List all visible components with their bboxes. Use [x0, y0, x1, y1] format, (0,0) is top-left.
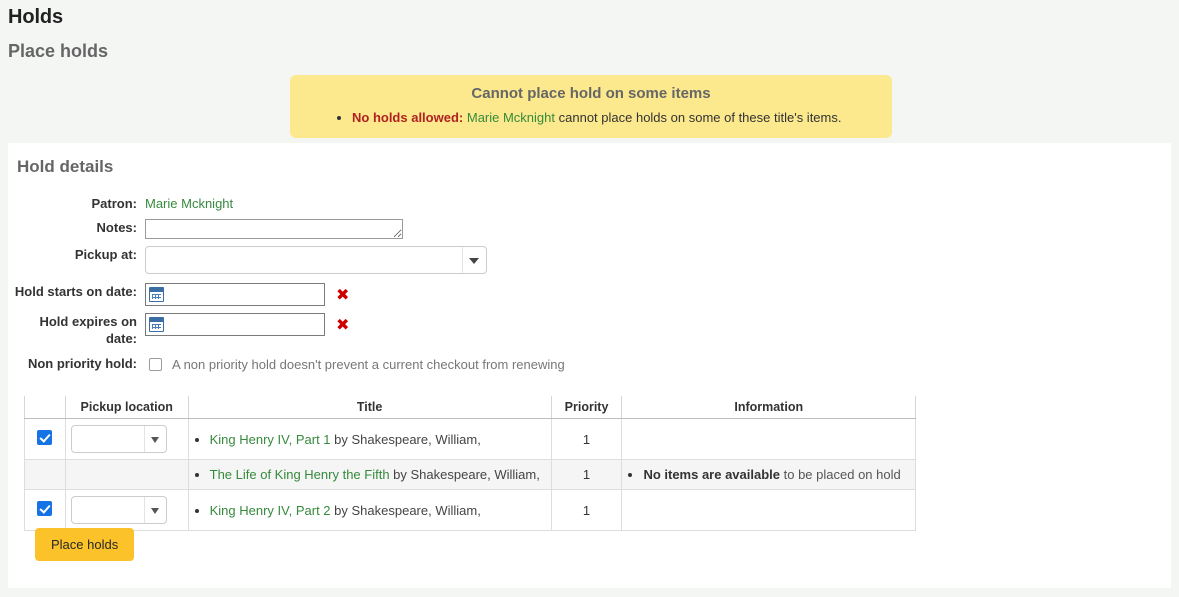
non-priority-hold-label: Non priority hold:: [27, 356, 137, 371]
alert-patron-name: Marie Mcknight: [466, 110, 555, 125]
chevron-down-icon[interactable]: [462, 247, 486, 273]
row-information-list: No items are available to be placed on h…: [627, 466, 910, 483]
row-priority: 1: [551, 459, 623, 490]
patron-row: Patron: Marie Mcknight: [8, 195, 1171, 212]
row-priority: 1: [551, 489, 623, 531]
row-priority: 1: [551, 418, 623, 460]
row-information-rest: to be placed on hold: [780, 467, 901, 482]
row-pickup-location-cell: [65, 489, 189, 531]
row-select-checkbox[interactable]: [37, 501, 53, 516]
pickup-at-row: Pickup at:: [8, 246, 1171, 274]
th-title: Title: [188, 396, 552, 419]
hold-starts-row: Hold starts on date: ✖: [8, 283, 1171, 306]
row-pickup-location-value: [72, 428, 82, 438]
row-author: by Shakespeare, William,: [389, 467, 540, 482]
alert-title: Cannot place hold on some items: [471, 85, 711, 102]
alert-message-list: No holds allowed: Marie Mcknight cannot …: [304, 109, 878, 126]
hold-expires-label: Hold expires on date:: [39, 314, 137, 346]
chevron-down-icon[interactable]: [143, 497, 166, 523]
patron-label: Patron:: [91, 196, 138, 211]
row-author: by Shakespeare, William,: [330, 431, 481, 447]
alert-region: Cannot place hold on some items No holds…: [290, 75, 892, 138]
th-select: [24, 396, 66, 419]
clear-hold-starts-date-icon[interactable]: ✖: [336, 286, 349, 303]
row-pickup-location-cell: [65, 459, 189, 490]
row-title-link[interactable]: King Henry IV, Part 1: [210, 432, 331, 447]
clear-hold-expires-date-icon[interactable]: ✖: [336, 316, 349, 333]
row-information-strong: No items are available: [643, 467, 781, 482]
row-information-cell: [621, 418, 916, 460]
holds-table-body: King Henry IV, Part 1 by Shakespeare, Wi…: [24, 418, 916, 531]
table-header-row: Pickup location Title Priority Informati…: [24, 396, 916, 419]
row-title-cell: King Henry IV, Part 2 by Shakespeare, Wi…: [188, 489, 552, 531]
th-information: Information: [621, 396, 916, 419]
row-pickup-location-select[interactable]: [70, 496, 167, 524]
table-row: The Life of King Henry the Fifth by Shak…: [24, 459, 916, 490]
row-title-link[interactable]: The Life of King Henry the Fifth: [210, 467, 390, 482]
patron-name-link[interactable]: Marie Mcknight: [145, 196, 233, 211]
row-title-list: The Life of King Henry the Fifth by Shak…: [194, 466, 546, 483]
pickup-at-label: Pickup at:: [74, 247, 137, 262]
list-item: King Henry IV, Part 1 by Shakespeare, Wi…: [210, 431, 546, 448]
holds-table: Pickup location Title Priority Informati…: [24, 396, 916, 531]
list-item: King Henry IV, Part 2 by Shakespeare, Wi…: [210, 502, 546, 519]
notes-row: Notes:: [8, 219, 1171, 239]
calendar-icon[interactable]: [149, 287, 164, 302]
row-author: by Shakespeare, William,: [330, 502, 481, 518]
page-title: Holds: [8, 6, 64, 28]
row-select-cell: [24, 459, 66, 490]
th-pickup-location: Pickup location: [65, 396, 189, 419]
pickup-at-select[interactable]: [145, 246, 487, 274]
place-holds-button[interactable]: Place holds: [35, 528, 135, 561]
cannot-place-hold-alert: Cannot place hold on some items No holds…: [290, 75, 892, 138]
row-select-checkbox[interactable]: [37, 430, 53, 445]
row-pickup-location-select[interactable]: [70, 425, 167, 453]
calendar-icon[interactable]: [149, 317, 164, 332]
hold-expires-date-input[interactable]: [145, 313, 325, 336]
row-title-cell: King Henry IV, Part 1 by Shakespeare, Wi…: [188, 418, 552, 460]
th-priority: Priority: [551, 396, 623, 419]
non-priority-hold-checkbox[interactable]: [149, 358, 162, 371]
pickup-at-selected-value: [146, 249, 158, 259]
notes-input[interactable]: [145, 219, 403, 239]
hold-details-form: Patron: Marie Mcknight Notes: Pickup at:…: [8, 195, 1171, 379]
hold-expires-row: Hold expires on date: ✖: [8, 313, 1171, 347]
alert-message-item: No holds allowed: Marie Mcknight cannot …: [352, 109, 878, 126]
table-row: King Henry IV, Part 1 by Shakespeare, Wi…: [24, 418, 916, 460]
row-pickup-location-cell: [65, 418, 189, 460]
chevron-down-icon[interactable]: [143, 426, 166, 452]
section-title: Place holds: [8, 41, 109, 61]
alert-reason-label: No holds allowed:: [352, 110, 464, 125]
list-item: The Life of King Henry the Fifth by Shak…: [210, 466, 546, 483]
hold-details-heading: Hold details: [17, 157, 114, 176]
row-select-cell: [24, 418, 66, 460]
list-item: No items are available to be placed on h…: [643, 466, 910, 483]
row-title-list: King Henry IV, Part 2 by Shakespeare, Wi…: [194, 502, 546, 519]
hold-details-panel: Hold details Patron: Marie Mcknight Note…: [8, 143, 1171, 588]
row-pickup-location-value: [72, 499, 82, 509]
row-information-cell: No items are available to be placed on h…: [621, 459, 916, 490]
hold-starts-date-input[interactable]: [145, 283, 325, 306]
alert-message-rest: cannot place holds on some of these titl…: [558, 110, 842, 125]
row-title-link[interactable]: King Henry IV, Part 2: [210, 503, 331, 518]
row-information-cell: [621, 489, 916, 531]
table-row: King Henry IV, Part 2 by Shakespeare, Wi…: [24, 489, 916, 531]
non-priority-hold-hint: A non priority hold doesn't prevent a cu…: [172, 357, 565, 372]
row-title-list: King Henry IV, Part 1 by Shakespeare, Wi…: [194, 431, 546, 448]
hold-starts-label: Hold starts on date:: [14, 284, 137, 299]
notes-label: Notes:: [96, 220, 137, 235]
row-title-cell: The Life of King Henry the Fifth by Shak…: [188, 459, 552, 490]
row-select-cell: [24, 489, 66, 531]
non-priority-hold-row: Non priority hold: A non priority hold d…: [8, 355, 1171, 372]
